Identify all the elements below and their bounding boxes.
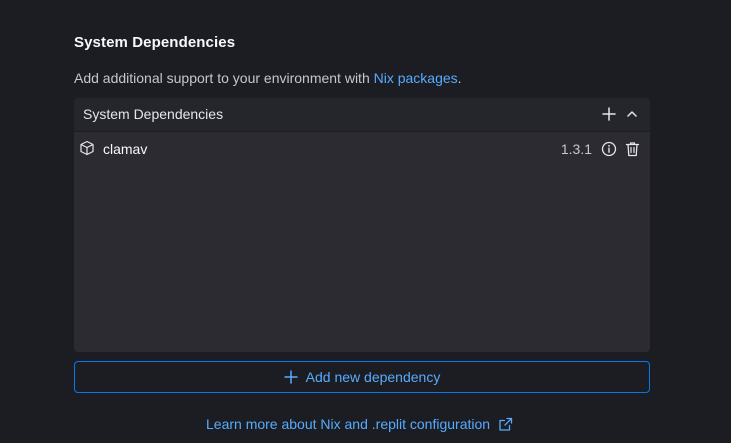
learn-more-text: Learn more about Nix and .replit configu… [206,416,491,432]
collapse-panel-button[interactable] [623,105,641,123]
plus-icon [602,107,616,121]
add-new-dependency-button[interactable]: Add new dependency [74,361,650,393]
description-suffix: . [457,70,462,86]
dependency-version: 1.3.1 [560,141,592,157]
dependency-row: clamav 1.3.1 [74,132,650,166]
dependency-info-button[interactable] [600,140,617,157]
plus-icon [283,370,298,384]
learn-more-link[interactable]: Learn more about Nix and .replit configu… [206,416,513,432]
section-description: Add additional support to your environme… [74,70,462,86]
dependencies-panel: System Dependencies clamav 1.3.1 [74,98,650,352]
section-title: System Dependencies [74,34,236,51]
chevron-up-icon [627,111,637,117]
panel-header: System Dependencies [74,98,650,132]
add-dependency-icon-button[interactable] [600,105,618,123]
trash-icon [625,141,640,156]
external-link-icon [499,417,513,431]
description-text: Add additional support to your environme… [74,70,374,86]
info-icon [601,141,616,156]
add-button-label: Add new dependency [305,369,441,385]
panel-title: System Dependencies [83,106,224,122]
dependency-name: clamav [103,141,148,157]
nix-packages-link[interactable]: Nix packages [374,70,458,86]
package-icon [80,140,94,156]
system-dependencies-page: System Dependencies Add additional suppo… [0,0,731,443]
dependency-delete-button[interactable] [624,140,641,157]
